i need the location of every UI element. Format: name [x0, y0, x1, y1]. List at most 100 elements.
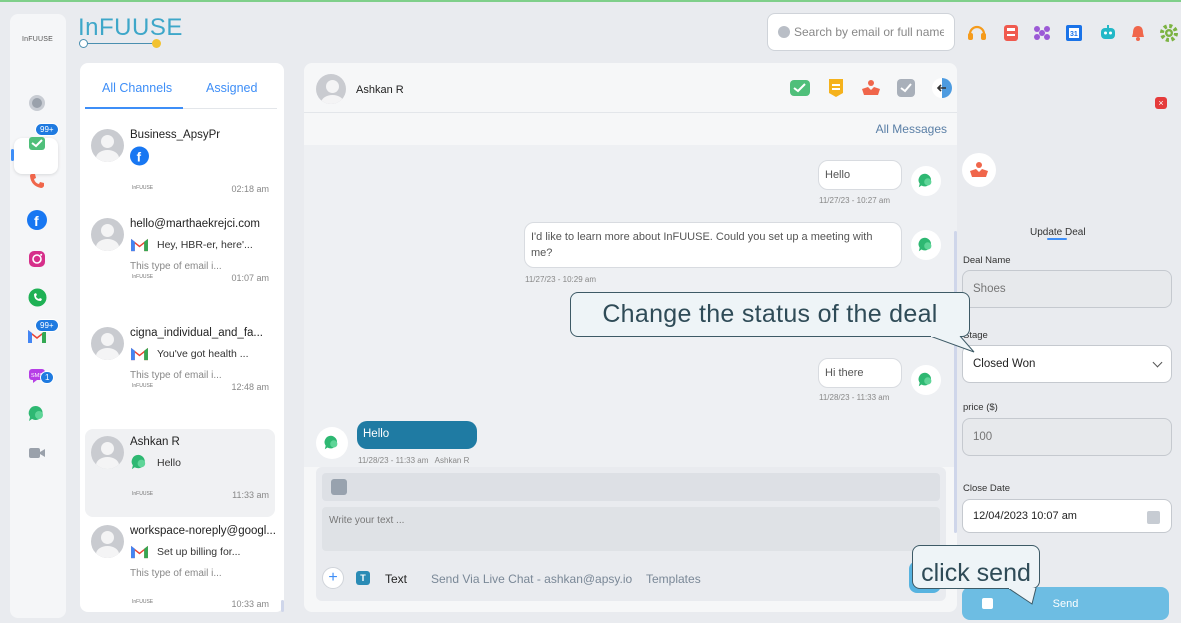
close-date-label: Close Date [963, 483, 1010, 494]
tab-assigned[interactable]: Assigned [206, 81, 257, 95]
gmail-badge: 99+ [35, 319, 59, 332]
incoming-message: Hello [357, 421, 477, 449]
channel-tabs: All Channels Assigned [85, 63, 277, 109]
list-item[interactable]: workspace-noreply@googl... Set up billin… [85, 525, 276, 611]
robot-icon[interactable] [1097, 22, 1119, 44]
tab-all-channels[interactable]: All Channels [102, 81, 172, 95]
outgoing-message: Hi there [818, 358, 902, 388]
conversation-subtext: This type of email i... [130, 261, 222, 272]
message-time: 11/28/23 - 11:33 am [819, 393, 890, 402]
stage-value: Closed Won [973, 358, 1036, 370]
search-icon [778, 26, 790, 38]
chat-contact-name: Ashkan R [356, 84, 404, 96]
avatar [91, 525, 124, 558]
agent-avatar-icon [911, 365, 941, 395]
notes-icon[interactable] [824, 76, 848, 100]
conversation-time: 02:18 am [231, 184, 269, 194]
update-deal-underline [1047, 238, 1067, 240]
facebook-icon: f [130, 146, 149, 165]
conversation-time: 01:07 am [231, 273, 269, 283]
brand-dot-start [79, 39, 88, 48]
message-filter[interactable]: All Messages [876, 122, 947, 136]
list-item[interactable]: hello@marthaekrejci.com Hey, HBR-er, her… [85, 218, 275, 304]
video-icon[interactable] [26, 442, 48, 464]
livechat-icon[interactable] [26, 403, 48, 425]
svg-text:f: f [34, 213, 39, 229]
conversation-name: hello@marthaekrejci.com [130, 218, 260, 230]
message-scrollbar[interactable] [954, 231, 957, 533]
save-icon[interactable] [1000, 22, 1022, 44]
conversation-name: Ashkan R [130, 436, 180, 448]
avatar [91, 436, 124, 469]
search-input[interactable] [794, 25, 944, 39]
facebook-icon[interactable]: f [26, 209, 48, 231]
transfer-icon[interactable] [930, 76, 954, 100]
phone-icon[interactable] [26, 170, 48, 192]
message-time: 11/27/23 - 10:27 am [819, 196, 891, 205]
channel-list-scrollbar[interactable] [281, 600, 284, 612]
checkbox-icon [982, 598, 993, 609]
list-item[interactable]: Business_ApsyPr f InFUUSE 02:18 am [85, 129, 275, 215]
search-box[interactable] [767, 13, 955, 51]
send-button-label: Send [1052, 597, 1079, 610]
deal-name-field[interactable] [962, 270, 1172, 308]
avatar [316, 74, 346, 104]
deal-icon[interactable] [859, 76, 883, 100]
conversation-time: 12:48 am [231, 382, 269, 392]
infuuse-logo: InFUUSE [132, 491, 154, 497]
text-mode-option[interactable]: Text [385, 572, 407, 586]
price-field[interactable] [962, 418, 1172, 456]
rail-active-marker [11, 149, 14, 161]
chevron-down-icon [1152, 357, 1163, 368]
bell-icon[interactable] [1127, 22, 1149, 44]
message-time: 11/28/23 - 11:33 am [358, 456, 429, 465]
dashboard-icon[interactable] [26, 92, 48, 114]
close-icon[interactable]: × [1155, 97, 1167, 109]
contact-avatar-icon [316, 427, 348, 459]
conversation-preview: f [130, 146, 157, 165]
infuuse-logo: InFUUSE [132, 185, 154, 191]
livechat-icon [130, 453, 149, 472]
callout-pointer [930, 336, 975, 353]
emoji-icon[interactable] [331, 479, 347, 495]
conversation-preview: Set up billing for... [130, 542, 240, 561]
conversation-preview: Hey, HBR-er, here'... [130, 235, 253, 254]
send-button[interactable]: Send [962, 587, 1169, 620]
chat-panel: Ashkan R All Messages Hello 11/27/23 - 1… [304, 63, 957, 612]
settings-icon[interactable] [1158, 22, 1180, 44]
calendar-icon[interactable]: 31 [1063, 22, 1085, 44]
message-author: Ashkan R [434, 456, 470, 465]
callout-change-status: Change the status of the deal [570, 292, 970, 337]
preview-text: Hey, HBR-er, here'... [157, 238, 253, 251]
tab-active-indicator [85, 107, 183, 109]
svg-text:f: f [137, 149, 142, 164]
stage-select[interactable]: Closed Won [962, 345, 1172, 383]
headset-icon[interactable] [966, 22, 988, 44]
message-input[interactable] [322, 507, 940, 551]
add-attachment-button[interactable]: + [322, 567, 344, 589]
send-via-selector[interactable]: Send Via Live Chat - ashkan@apsy.io [431, 572, 632, 586]
outgoing-message: Hello [818, 160, 902, 190]
whatsapp-icon[interactable] [26, 286, 48, 308]
conversation-subtext: This type of email i... [130, 370, 222, 381]
calendar-icon[interactable] [1147, 511, 1160, 524]
assign-icon[interactable] [788, 76, 812, 100]
agent-avatar-icon [911, 166, 941, 196]
brand-dot-end [152, 39, 161, 48]
instagram-icon[interactable] [26, 248, 48, 270]
list-item[interactable]: cigna_individual_and_fa... You've got he… [85, 327, 275, 413]
update-deal-title: Update Deal [1030, 227, 1086, 238]
brand-logo: InFUUSE [78, 14, 183, 48]
templates-button[interactable]: Templates [646, 572, 701, 586]
message-composer: + T Text Send Via Live Chat - ashkan@aps… [316, 467, 946, 601]
conversation-subtext: This type of email i... [130, 568, 222, 579]
close-date-field[interactable]: 12/04/2023 10:07 am [962, 499, 1172, 533]
team-icon[interactable] [1031, 22, 1053, 44]
channel-list-panel: All Channels Assigned Business_ApsyPr f … [80, 63, 284, 612]
resolve-icon[interactable] [894, 76, 918, 100]
preview-text: Hello [157, 456, 181, 469]
conversation-preview: Hello [130, 453, 181, 472]
conversation-preview: You've got health ... [130, 344, 249, 363]
list-item-selected[interactable]: Ashkan R Hello InFUUSE 11:33 am [85, 429, 275, 517]
gmail-icon [130, 235, 149, 254]
